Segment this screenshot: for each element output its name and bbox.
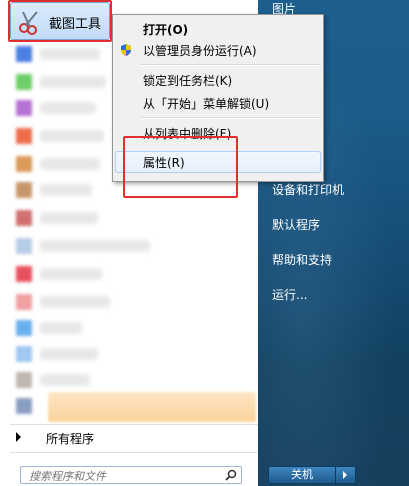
program-label (40, 348, 98, 360)
program-icon (16, 74, 32, 90)
program-icon (16, 320, 32, 336)
program-label (40, 322, 82, 334)
program-icon (16, 238, 32, 254)
program-icon (16, 266, 32, 282)
program-icon (16, 46, 32, 62)
program-icon (16, 372, 32, 388)
search-input[interactable] (27, 467, 221, 485)
menu-separator (141, 117, 321, 119)
triangle-right-icon (16, 432, 21, 442)
program-label (40, 184, 92, 196)
program-label (40, 102, 96, 114)
highlight-box-pinned (8, 0, 112, 42)
menu-item-run-as-admin[interactable]: 以管理员身份运行(A) (143, 42, 257, 59)
menu-item-open[interactable]: 打开(O) (143, 21, 188, 38)
menu-item-run-as-admin-label: 以管理员身份运行(A) (143, 44, 257, 58)
program-label (40, 374, 90, 386)
menu-item-pin-taskbar-label: 锁定到任务栏(K) (143, 74, 233, 88)
shutdown-button-group: 关机 (268, 466, 356, 484)
program-icon (16, 398, 32, 414)
all-programs-button[interactable]: 所有程序 (16, 428, 256, 448)
right-item-run[interactable]: 运行... (272, 286, 307, 303)
program-label (40, 212, 98, 224)
shutdown-button[interactable]: 关机 (269, 467, 336, 483)
program-label (40, 76, 106, 88)
search-separator (10, 452, 258, 453)
highlight-box-properties (123, 136, 238, 198)
search-icon[interactable] (225, 469, 237, 481)
menu-item-pin-taskbar[interactable]: 锁定到任务栏(K) (143, 72, 232, 89)
program-label (40, 240, 150, 252)
program-icon (16, 156, 32, 172)
all-programs-label: 所有程序 (46, 432, 95, 446)
list-separator (10, 424, 258, 425)
program-label (40, 158, 100, 170)
program-label (40, 130, 104, 142)
program-label (40, 296, 110, 308)
search-box[interactable] (20, 466, 242, 485)
program-label (40, 48, 100, 60)
program-icon (16, 210, 32, 226)
program-icon (16, 182, 32, 198)
program-label (40, 268, 102, 280)
shutdown-options-arrow-icon[interactable] (336, 467, 355, 483)
menu-item-unpin-start-label: 从「开始」菜单解锁(U) (143, 97, 270, 111)
program-icon (16, 128, 32, 144)
program-icon (16, 346, 32, 362)
program-highlight (48, 392, 256, 422)
right-item-default-programs[interactable]: 默认程序 (272, 216, 320, 233)
menu-item-unpin-start[interactable]: 从「开始」菜单解锁(U) (143, 95, 269, 112)
right-item-devices[interactable]: 设备和打印机 (272, 181, 344, 198)
right-item-help[interactable]: 帮助和支持 (272, 251, 332, 268)
shield-icon (121, 44, 131, 56)
program-icon (16, 294, 32, 310)
program-icon (16, 100, 32, 116)
menu-separator (141, 64, 321, 66)
menu-item-open-label: 打开(O) (143, 23, 189, 37)
